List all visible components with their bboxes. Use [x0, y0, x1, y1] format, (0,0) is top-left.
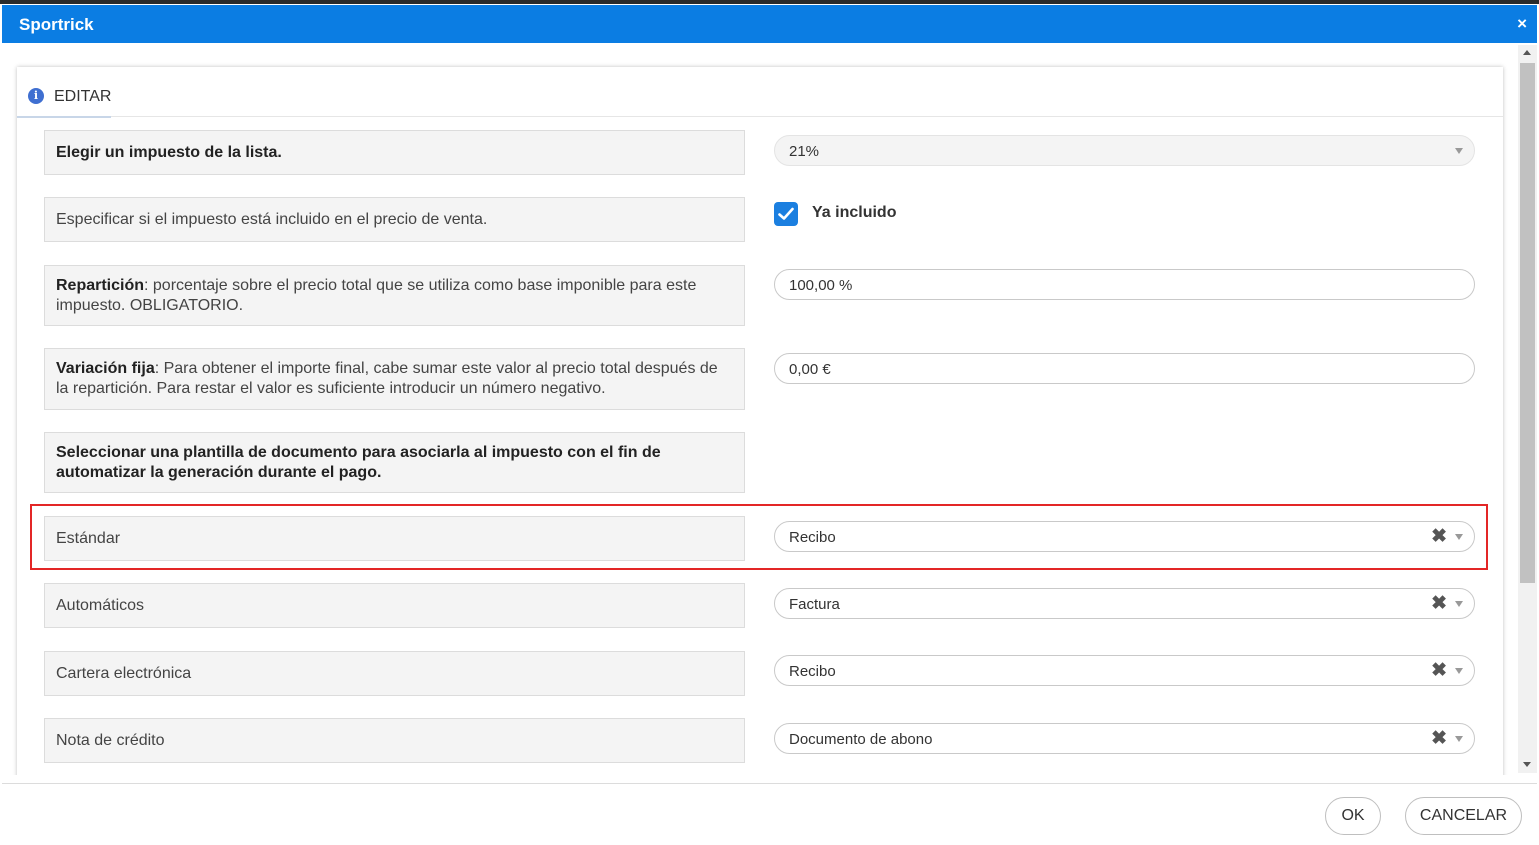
template-value: Recibo [789, 663, 836, 680]
chevron-down-icon [1455, 736, 1463, 742]
template-value: Recibo [789, 529, 836, 546]
tab-bar: i EDITAR [17, 67, 1503, 118]
variacion-label-bold: Variación fija [56, 360, 155, 377]
template-label-nota: Nota de crédito [56, 731, 165, 749]
reparticion-value: 100,00 % [789, 277, 853, 294]
dialog-footer: OK CANCELAR [2, 783, 1537, 845]
ok-button[interactable]: OK [1325, 797, 1381, 835]
clear-icon[interactable]: ✖ [1431, 661, 1447, 681]
reparticion-label: Repartición: porcentaje sobre el precio … [56, 276, 734, 316]
template-row-label-box: Automáticos [44, 583, 745, 628]
cancel-button[interactable]: CANCELAR [1405, 797, 1522, 835]
tab-editar[interactable]: i EDITAR [17, 67, 111, 118]
chevron-down-icon [1455, 668, 1463, 674]
template-value: Factura [789, 596, 840, 613]
included-description: Especificar si el impuesto está incluido… [56, 210, 488, 228]
clear-icon[interactable]: ✖ [1431, 594, 1447, 614]
tab-label: EDITAR [54, 88, 112, 105]
tax-select-value: 21% [789, 143, 820, 160]
variacion-value: 0,00 € [789, 361, 831, 378]
template-heading-box: Seleccionar una plantilla de documento p… [44, 432, 745, 493]
checkmark-icon [778, 207, 794, 220]
template-heading: Seleccionar una plantilla de documento p… [56, 443, 661, 481]
dialog-titlebar: Sportrick × [2, 5, 1537, 43]
reparticion-input[interactable]: 100,00 % [774, 269, 1475, 300]
template-label-automaticos: Automáticos [56, 596, 145, 614]
variacion-input[interactable]: 0,00 € [774, 353, 1475, 384]
included-label-box: Especificar si el impuesto está incluido… [44, 197, 745, 242]
template-label-estandar: Estándar [56, 529, 121, 547]
template-select-nota[interactable]: Documento de abono ✖ [774, 723, 1475, 754]
scroll-up-icon[interactable] [1523, 50, 1531, 55]
template-row-label-box: Cartera electrónica [44, 651, 745, 696]
clear-icon[interactable]: ✖ [1431, 729, 1447, 749]
template-value: Documento de abono [789, 731, 933, 748]
reparticion-label-rest: : porcentaje sobre el precio total que s… [56, 276, 697, 314]
variacion-label-rest: : Para obtener el importe final, cabe su… [56, 360, 718, 397]
clear-icon[interactable]: ✖ [1431, 527, 1447, 547]
tax-select-label-box: Elegir un impuesto de la lista. [44, 130, 745, 175]
template-select-estandar[interactable]: Recibo ✖ [774, 521, 1475, 552]
variacion-label-box: Variación fija: Para obtener el importe … [44, 348, 745, 410]
template-select-cartera[interactable]: Recibo ✖ [774, 655, 1475, 686]
chevron-down-icon [1455, 148, 1463, 154]
info-icon: i [28, 88, 44, 104]
reparticion-label-box: Repartición: porcentaje sobre el precio … [44, 265, 745, 326]
template-select-automaticos[interactable]: Factura ✖ [774, 588, 1475, 619]
template-row-label-box: Nota de crédito [44, 718, 745, 763]
reparticion-label-bold: Repartición [56, 276, 145, 294]
tax-select[interactable]: 21% [774, 135, 1475, 166]
variacion-label: Variación fija: Para obtener el importe … [56, 359, 734, 399]
tax-select-label: Elegir un impuesto de la lista. [56, 143, 282, 161]
template-label-cartera: Cartera electrónica [56, 664, 192, 682]
close-icon[interactable]: × [1517, 14, 1527, 34]
dialog-content: i EDITAR Elegir un impuesto de la lista.… [2, 43, 1537, 775]
vertical-scrollbar[interactable] [1518, 45, 1537, 773]
included-checkbox-label[interactable]: Ya incluido [812, 204, 896, 222]
chevron-down-icon [1455, 601, 1463, 607]
chevron-down-icon [1455, 534, 1463, 540]
included-checkbox[interactable] [774, 202, 798, 226]
scroll-down-icon[interactable] [1523, 762, 1531, 767]
window-top-border [0, 0, 1539, 4]
dialog-title: Sportrick [19, 15, 94, 34]
template-row-label-box: Estándar [44, 516, 745, 561]
scrollbar-thumb[interactable] [1520, 63, 1535, 583]
